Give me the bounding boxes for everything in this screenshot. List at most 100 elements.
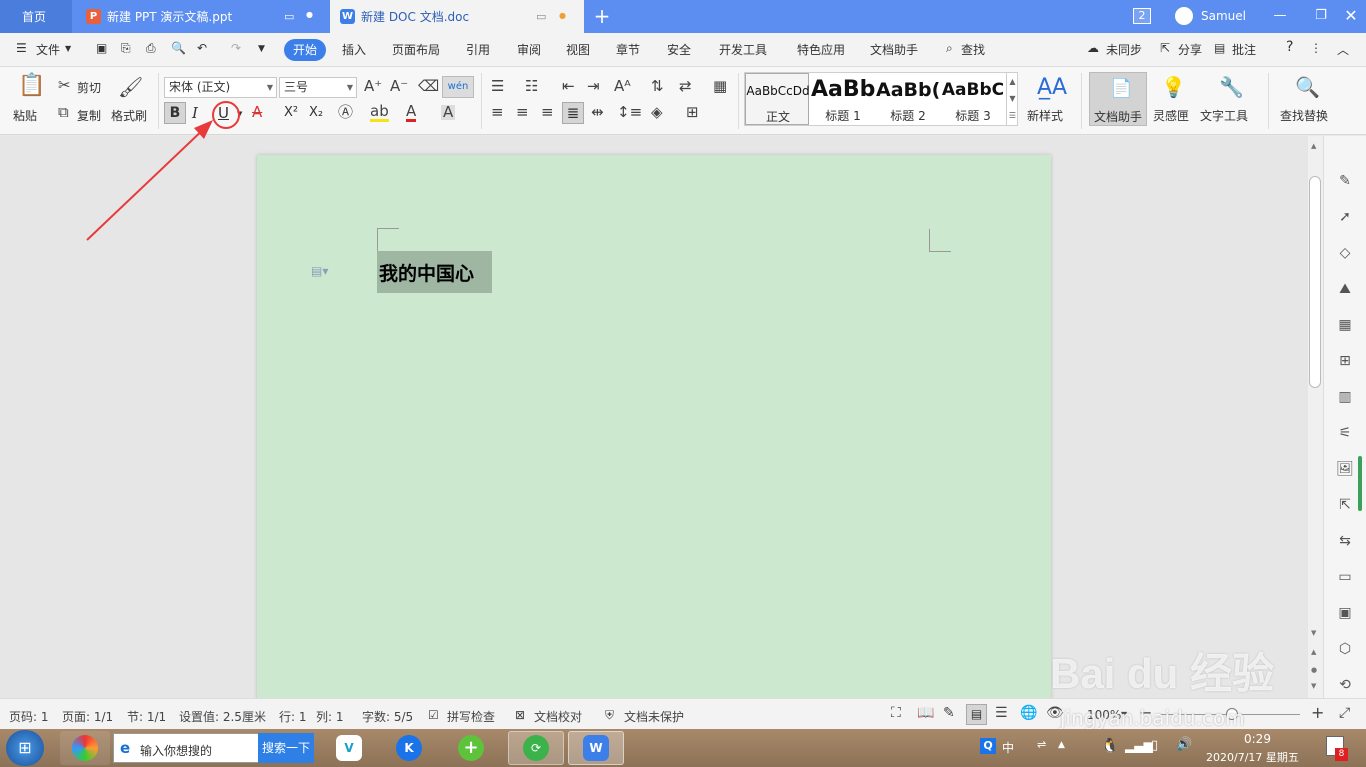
- start-button[interactable]: ⊞: [6, 730, 44, 766]
- highlight-color-icon[interactable]: ab: [370, 104, 389, 122]
- word-count[interactable]: 字数: 5/5: [362, 708, 413, 725]
- select-browse-icon[interactable]: ●: [1311, 666, 1317, 674]
- column-number[interactable]: 列: 1: [316, 708, 344, 725]
- decrease-indent-icon[interactable]: ⇤: [562, 79, 575, 94]
- undo-icon[interactable]: ↶: [197, 41, 207, 55]
- export-icon[interactable]: ⇱: [1336, 496, 1354, 514]
- sort-icon[interactable]: ⇅: [651, 79, 664, 94]
- find-replace-button[interactable]: 查找替换: [1280, 107, 1328, 124]
- fill-color-icon[interactable]: ◈: [651, 105, 663, 120]
- scroll-up-icon[interactable]: ▲: [1311, 142, 1316, 150]
- align-center-icon[interactable]: ≡: [516, 105, 529, 120]
- picture-icon[interactable]: ▣: [1336, 604, 1354, 622]
- font-name-select[interactable]: 宋体 (正文) ▼: [164, 77, 277, 98]
- font-color-icon[interactable]: A: [406, 104, 417, 122]
- tab-insert[interactable]: 插入: [342, 41, 366, 58]
- inspiration-button[interactable]: 灵感匣: [1153, 107, 1189, 124]
- save-icon[interactable]: ▣: [96, 41, 107, 55]
- document-page[interactable]: ▤▾ 我的中国心: [257, 155, 1051, 715]
- fit-page-icon[interactable]: ⤢: [1339, 705, 1350, 721]
- style-normal[interactable]: AaBbCcDd 正文: [745, 73, 810, 125]
- tab-start[interactable]: 开始: [284, 39, 326, 61]
- ime-q-icon[interactable]: Q: [980, 738, 996, 754]
- taskbar-app-plus-icon[interactable]: +: [448, 731, 498, 765]
- read-mode-icon[interactable]: 📖: [917, 705, 934, 721]
- file-menu[interactable]: 文件: [36, 41, 60, 58]
- translate-icon[interactable]: ⇆: [1336, 532, 1354, 550]
- layout-icon[interactable]: ⇄: [679, 79, 692, 94]
- history-icon[interactable]: ⟲: [1336, 676, 1354, 694]
- export-icon[interactable]: ⎘: [121, 41, 131, 56]
- taskbar-app-k-icon[interactable]: K: [386, 731, 436, 765]
- minimize-icon[interactable]: —: [1268, 5, 1292, 27]
- tab-chapter[interactable]: 章节: [616, 41, 640, 58]
- style-gallery-scroll[interactable]: ▲ ▼ ☰: [1006, 73, 1018, 125]
- apps-icon[interactable]: ⊞: [1336, 352, 1354, 370]
- format-painter-icon[interactable]: 🖌: [118, 77, 143, 97]
- settings-sliders-icon[interactable]: ⚟: [1336, 424, 1354, 442]
- archive-icon[interactable]: ▭: [1336, 568, 1354, 586]
- tab-doc[interactable]: W 新建 DOC 文档.doc ▭ ●: [330, 0, 584, 33]
- grow-font-icon[interactable]: A⁺: [364, 79, 382, 94]
- style-icon[interactable]: ⛰: [1336, 280, 1354, 298]
- tab-page-layout[interactable]: 页面布局: [392, 41, 440, 58]
- window-count-badge[interactable]: 2: [1133, 8, 1151, 24]
- spell-check-icon[interactable]: ☑: [428, 708, 439, 722]
- share-button[interactable]: 分享: [1178, 41, 1202, 58]
- tab-ppt-close-icon[interactable]: ●: [306, 10, 313, 19]
- tab-doc-unsaved-icon[interactable]: ●: [559, 11, 566, 20]
- image-icon[interactable]: 🖼: [1336, 460, 1354, 478]
- paste-icon[interactable]: 📋: [18, 75, 45, 97]
- line-spacing-icon[interactable]: ↕≡: [617, 105, 642, 120]
- page-count[interactable]: 页面: 1/1: [62, 708, 113, 725]
- tab-review[interactable]: 审阅: [517, 41, 541, 58]
- vertical-scrollbar[interactable]: ▲ ▼ ▲ ● ▼: [1308, 136, 1323, 698]
- clock-time[interactable]: 0:29: [1244, 732, 1271, 746]
- tab-view[interactable]: 视图: [566, 41, 590, 58]
- text-direction-icon[interactable]: Aᴬ: [614, 79, 631, 94]
- style-heading3[interactable]: AaBbC 标题 3: [941, 73, 1005, 125]
- style-heading2[interactable]: AaBb(标题 2: [876, 73, 940, 125]
- print-icon[interactable]: ⎙: [146, 41, 156, 56]
- align-left-icon[interactable]: ≡: [491, 105, 504, 120]
- search-input[interactable]: e 输入你想搜的: [113, 733, 259, 763]
- distributed-align-icon[interactable]: ⇹: [591, 105, 604, 120]
- tab-doc-pin-icon[interactable]: ▭: [536, 10, 546, 23]
- hexagon-icon[interactable]: ⬡: [1336, 640, 1354, 658]
- copy-icon[interactable]: ⧉: [58, 105, 69, 120]
- edit-mode-icon[interactable]: ✎: [943, 705, 955, 721]
- tab-developer[interactable]: 开发工具: [719, 41, 767, 58]
- shrink-font-icon[interactable]: A⁻: [390, 79, 408, 94]
- ime-settings-icon[interactable]: ⇌: [1037, 738, 1046, 751]
- more-icon[interactable]: ⋮: [1310, 41, 1322, 55]
- hamburger-menu-icon[interactable]: ☰: [16, 41, 27, 55]
- ime-language[interactable]: 中: [1002, 739, 1014, 756]
- style-heading1[interactable]: AaBb 标题 1: [811, 73, 875, 125]
- spell-check-button[interactable]: 拼写检查: [447, 708, 495, 725]
- pinyin-guide-button[interactable]: wén: [442, 76, 474, 98]
- table-icon[interactable]: ▦: [1336, 316, 1354, 334]
- tab-security[interactable]: 安全: [667, 41, 691, 58]
- scrollbar-thumb[interactable]: [1309, 176, 1321, 388]
- web-view-icon[interactable]: 🌐: [1020, 705, 1037, 721]
- quick-access-chevron-down-icon[interactable]: ▼: [258, 44, 265, 54]
- tray-expand-icon[interactable]: ▲: [1058, 740, 1065, 750]
- border-icon[interactable]: ⊞: [686, 105, 699, 120]
- prev-page-icon[interactable]: ▲: [1311, 648, 1316, 656]
- restore-icon[interactable]: ❐: [1309, 5, 1333, 27]
- volume-icon[interactable]: 🔊: [1176, 737, 1192, 752]
- shield-icon[interactable]: ⛨: [605, 708, 614, 723]
- page-number[interactable]: 页码: 1: [9, 708, 49, 725]
- tab-references[interactable]: 引用: [466, 41, 490, 58]
- strikethrough-icon[interactable]: A: [252, 105, 262, 120]
- chart-icon[interactable]: ▥: [1336, 388, 1354, 406]
- sync-status[interactable]: 未同步: [1106, 41, 1142, 58]
- tab-doc-assistant[interactable]: 文档助手: [870, 41, 918, 58]
- document-heading[interactable]: 我的中国心: [379, 259, 474, 286]
- print-preview-icon[interactable]: 🔍: [171, 41, 186, 55]
- subscript-button[interactable]: X₂: [309, 105, 323, 120]
- device-icon[interactable]: ▯: [1151, 738, 1158, 753]
- clear-format-icon[interactable]: ⌫: [418, 79, 439, 94]
- table-layout-icon[interactable]: ▦: [713, 79, 727, 94]
- avatar[interactable]: [1175, 7, 1193, 25]
